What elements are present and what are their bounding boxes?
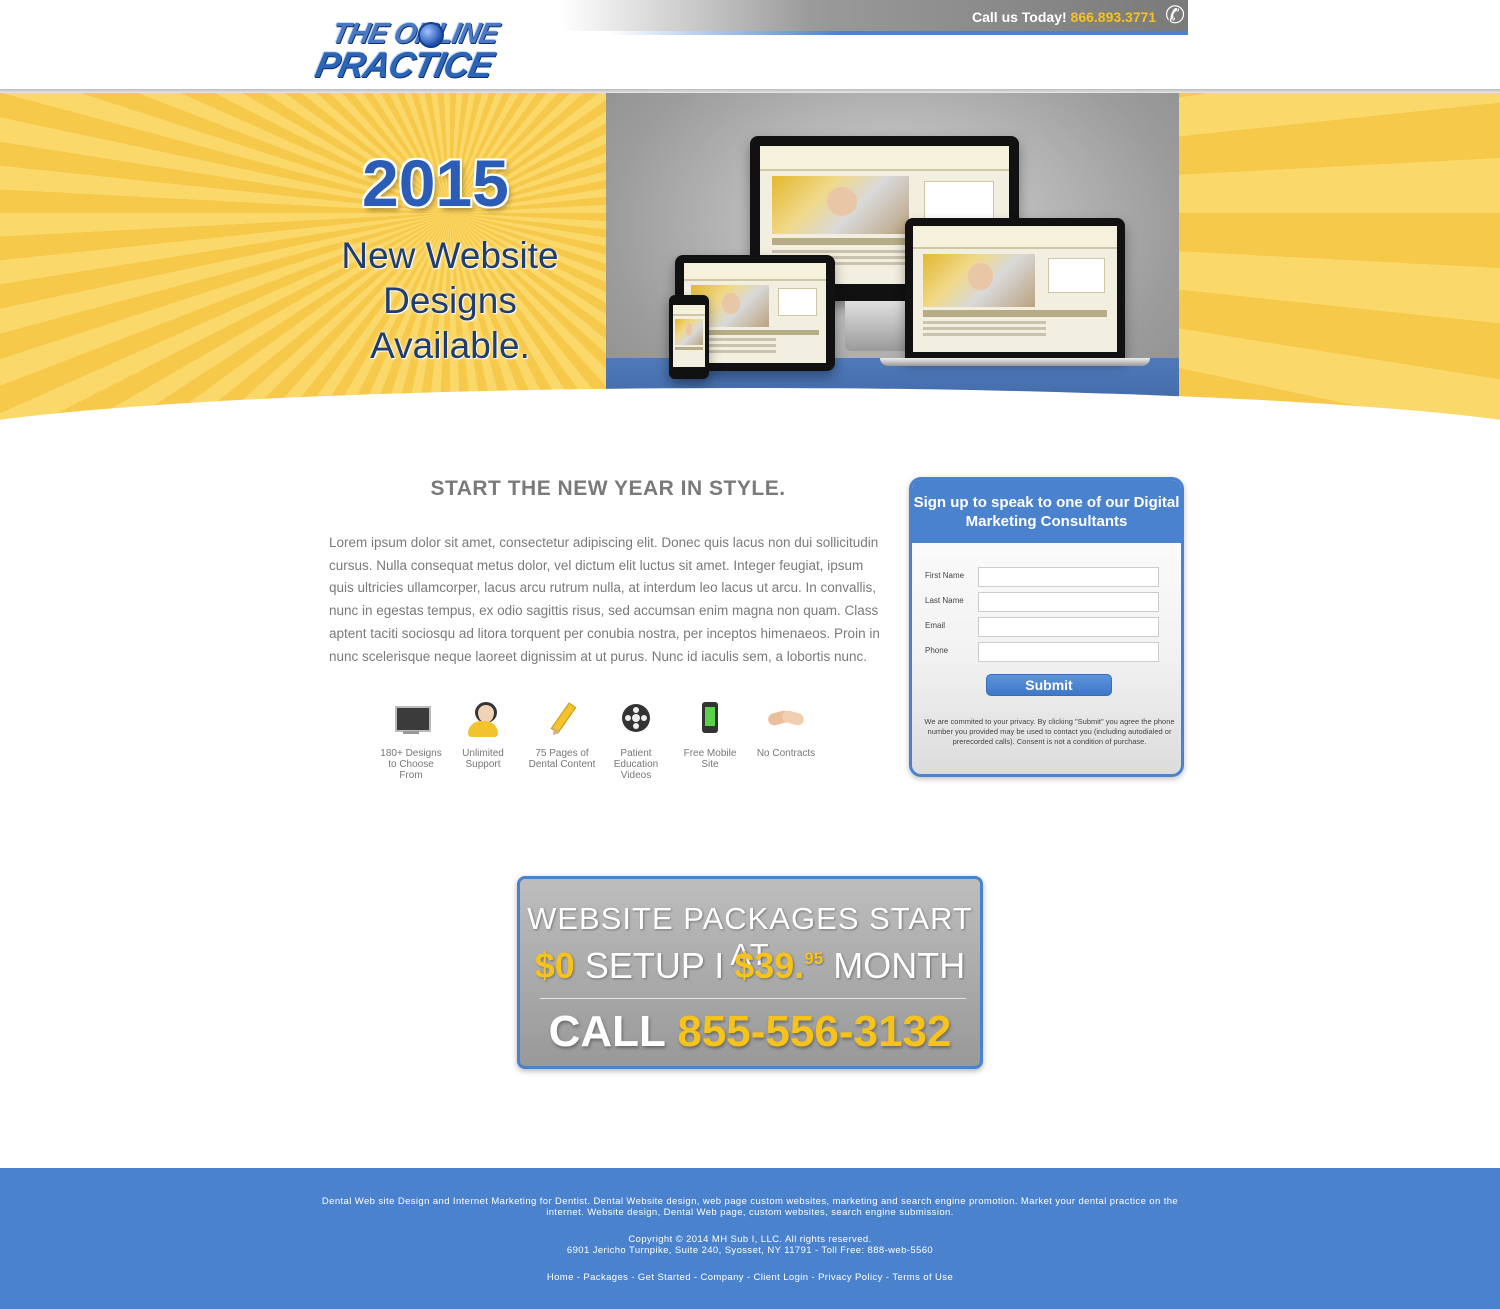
pricing-promo-banner[interactable]: WEBSITE PACKAGES START AT $0 SETUP I $39… bbox=[517, 876, 983, 1069]
call-label: Call us Today! bbox=[972, 9, 1067, 25]
footer-description: Dental Web site Design and Internet Mark… bbox=[321, 1196, 1179, 1218]
laptop-base bbox=[880, 358, 1150, 366]
promo-pricing: $0 SETUP I $39.95 MONTH bbox=[520, 945, 980, 987]
feature-item: Patient Education Videos bbox=[601, 700, 671, 781]
site-logo[interactable]: THE ONLINE PRACTICE bbox=[312, 18, 559, 85]
feature-label: Free Mobile Site bbox=[683, 748, 737, 770]
phone-label: Phone bbox=[925, 646, 949, 655]
phone-row: Phone bbox=[912, 642, 1181, 662]
feature-item: No Contracts bbox=[751, 700, 821, 759]
footer-link-home[interactable]: Home bbox=[547, 1272, 574, 1283]
feature-label: 75 Pages of Dental Content bbox=[528, 748, 596, 770]
site-footer: Dental Web site Design and Internet Mark… bbox=[0, 1168, 1500, 1309]
last-name-input[interactable] bbox=[978, 592, 1159, 612]
feature-item: Free Mobile Site bbox=[675, 700, 745, 770]
monitor-icon bbox=[391, 700, 431, 740]
price-separator: I bbox=[714, 945, 725, 986]
footer-link-privacy-policy[interactable]: Privacy Policy bbox=[818, 1272, 883, 1283]
intro-paragraph: Lorem ipsum dolor sit amet, consectetur … bbox=[329, 535, 880, 664]
first-name-row: First Name bbox=[912, 567, 1181, 587]
promo-phone-number[interactable]: 855-556-3132 bbox=[677, 1007, 951, 1056]
feature-label: Patient Education Videos bbox=[613, 748, 659, 781]
footer-separator: - bbox=[746, 1272, 751, 1283]
hero-line-1: New Website bbox=[341, 235, 559, 276]
footer-copyright: Copyright © 2014 MH Sub I, LLC. All righ… bbox=[628, 1234, 872, 1245]
laptop-screen bbox=[913, 226, 1117, 352]
feature-item: 180+ Designs to Choose From bbox=[376, 700, 446, 781]
footer-separator: - bbox=[811, 1272, 816, 1283]
signup-form: Sign up to speak to one of our Digital M… bbox=[909, 477, 1184, 777]
footer-link-packages[interactable]: Packages bbox=[583, 1272, 628, 1283]
first-name-label: First Name bbox=[925, 571, 965, 580]
footer-separator: - bbox=[576, 1272, 581, 1283]
footer-separator: - bbox=[885, 1272, 890, 1283]
footer-link-company[interactable]: Company bbox=[700, 1272, 743, 1283]
footer-separator: - bbox=[693, 1272, 698, 1283]
film-reel-icon bbox=[616, 700, 656, 740]
footer-address: 6901 Jericho Turnpike, Suite 240, Syosse… bbox=[566, 1245, 934, 1256]
feature-label: 180+ Designs to Choose From bbox=[380, 748, 442, 781]
first-name-input[interactable] bbox=[978, 567, 1159, 587]
setup-label: SETUP bbox=[584, 945, 705, 986]
smartphone-screen bbox=[673, 305, 705, 367]
feature-label: No Contracts bbox=[756, 748, 816, 759]
setup-price: $0 bbox=[534, 945, 575, 986]
monthly-price: $39. bbox=[734, 945, 805, 986]
header-phone-number[interactable]: 866.893.3771 bbox=[1071, 9, 1157, 25]
support-person-icon bbox=[463, 700, 503, 740]
last-name-row: Last Name bbox=[912, 592, 1181, 612]
hero-line-2: Designs bbox=[383, 280, 517, 321]
email-label: Email bbox=[925, 621, 946, 630]
footer-link-terms-of-use[interactable]: Terms of Use bbox=[892, 1272, 953, 1283]
smartphone-image bbox=[669, 295, 709, 379]
footer-separator: - bbox=[631, 1272, 635, 1283]
hero-banner: 2015 New Website Designs Available. bbox=[0, 93, 1500, 440]
promo-divider bbox=[540, 998, 966, 999]
hero-line-3: Available. bbox=[370, 325, 530, 366]
monthly-price-cents: 95 bbox=[804, 949, 824, 968]
laptop-image bbox=[905, 218, 1125, 358]
hero-year: 2015 bbox=[362, 146, 509, 220]
email-input[interactable] bbox=[978, 617, 1159, 637]
call-bar-accent bbox=[610, 31, 1188, 35]
email-row: Email bbox=[912, 617, 1181, 637]
promo-call-label: CALL bbox=[548, 1007, 666, 1056]
submit-button[interactable]: Submit bbox=[986, 674, 1112, 696]
pencil-icon bbox=[542, 700, 582, 740]
logo-line-2: PRACTICE bbox=[311, 44, 497, 85]
handshake-icon bbox=[766, 700, 806, 740]
promo-call: CALL 855-556-3132 bbox=[520, 1007, 980, 1057]
feature-label: Unlimited Support bbox=[462, 748, 504, 770]
footer-link-client-login[interactable]: Client Login bbox=[754, 1272, 809, 1283]
footer-link-get-started[interactable]: Get Started bbox=[638, 1272, 691, 1283]
privacy-notice: We are commited to your privacy. By clic… bbox=[924, 717, 1175, 746]
month-label: MONTH bbox=[833, 945, 966, 986]
phone-input[interactable] bbox=[978, 642, 1159, 662]
site-header: THE ONLINE PRACTICE Call us Today! 866.8… bbox=[0, 0, 1500, 93]
call-us-text: Call us Today! 866.893.3771 bbox=[972, 9, 1156, 25]
footer-nav: Home - Packages - Get Started - Company - Client… bbox=[0, 1272, 1500, 1283]
mobile-phone-icon bbox=[690, 700, 730, 740]
hero-headline: New Website Designs Available. bbox=[305, 233, 595, 368]
phone-icon: ✆ bbox=[1165, 2, 1186, 29]
form-heading: Sign up to speak to one of our Digital M… bbox=[912, 480, 1181, 543]
section-title: START THE NEW YEAR IN STYLE. bbox=[430, 477, 786, 500]
last-name-label: Last Name bbox=[925, 596, 964, 605]
footer-copyright-block: Copyright © 2014 MH Sub I, LLC. All righ… bbox=[0, 1234, 1500, 1256]
feature-item: Unlimited Support bbox=[448, 700, 518, 770]
feature-item: 75 Pages of Dental Content bbox=[527, 700, 597, 770]
feature-list: 180+ Designs to Choose From Unlimited Su… bbox=[376, 700, 836, 790]
